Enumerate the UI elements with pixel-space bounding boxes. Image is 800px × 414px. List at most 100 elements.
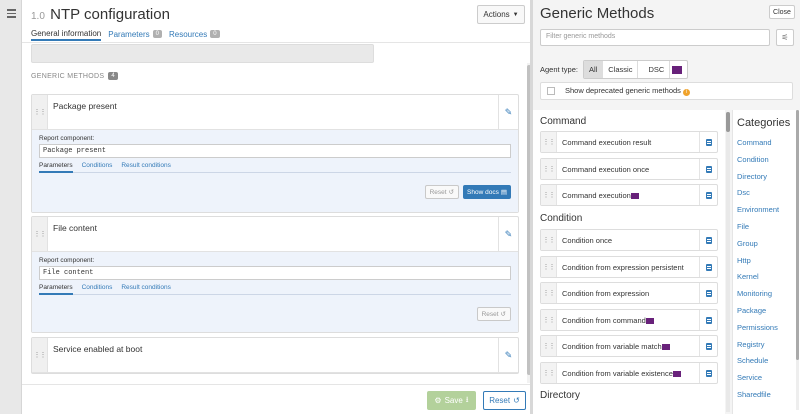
drag-handle-icon[interactable]: ⋮⋮	[32, 338, 48, 372]
tab-general-information[interactable]: General information	[31, 27, 102, 41]
report-component-input[interactable]: File content	[39, 266, 511, 280]
categories-scrollbar[interactable]	[796, 110, 799, 410]
method-header[interactable]: ⋮⋮ File content ✎	[32, 217, 518, 252]
scrollbar-thumb[interactable]	[726, 112, 730, 132]
category-link-file[interactable]: File	[737, 219, 800, 236]
doc-icon[interactable]	[699, 257, 717, 277]
actions-label: Actions	[483, 10, 510, 19]
method-header[interactable]: ⋮⋮ Service enabled at boot ✎	[32, 338, 518, 373]
subtab-parameters[interactable]: Parameters	[39, 284, 73, 295]
subtab-conditions[interactable]: Conditions	[82, 284, 113, 295]
doc-icon[interactable]	[699, 185, 717, 205]
agent-option-all[interactable]: All	[583, 61, 604, 79]
category-link-command[interactable]: Command	[737, 135, 800, 152]
category-link-directory[interactable]: Directory	[737, 169, 800, 186]
method-item[interactable]: ⋮⋮ Command execution result	[540, 131, 718, 153]
doc-icon[interactable]	[699, 336, 717, 356]
doc-icon[interactable]	[699, 159, 717, 179]
tab-resources[interactable]: Resources 0	[169, 27, 220, 41]
deprecated-checkbox[interactable]	[547, 87, 555, 95]
menu-icon[interactable]	[7, 9, 16, 20]
drag-handle-icon[interactable]: ⋮⋮	[32, 217, 48, 251]
section-title: GENERIC METHODS	[31, 72, 105, 80]
drag-handle-icon[interactable]: ⋮⋮	[32, 95, 48, 129]
doc-icon[interactable]	[699, 230, 717, 250]
subtab-result-conditions[interactable]: Result conditions	[121, 162, 171, 173]
agent-option-classic[interactable]: Classic	[603, 61, 639, 79]
agent-option-dsc[interactable]: DSC	[638, 61, 687, 78]
filter-input[interactable]: Filter generic methods	[540, 29, 770, 46]
method-item-text: Command execution	[562, 191, 631, 200]
close-button[interactable]: Close	[769, 5, 795, 19]
category-link-sharedfile[interactable]: Sharedfile	[737, 387, 800, 404]
doc-icon[interactable]	[699, 283, 717, 303]
method-item[interactable]: ⋮⋮ Command execution	[540, 184, 718, 206]
edit-icon[interactable]: ✎	[498, 338, 518, 372]
report-component-input[interactable]: Package present	[39, 144, 511, 158]
method-item-text: Condition from command	[562, 316, 646, 325]
category-link-registry[interactable]: Registry	[737, 337, 800, 354]
method-reset-button[interactable]: Reset ↺	[424, 185, 460, 199]
drag-handle-icon[interactable]: ⋮⋮	[541, 230, 557, 250]
category-link-package[interactable]: Package	[737, 303, 800, 320]
category-link-service[interactable]: Service	[737, 370, 800, 387]
deprecated-text: Show deprecated generic methods	[565, 86, 681, 95]
save-button[interactable]: ⚙ Save ⭳	[427, 391, 476, 410]
doc-icon[interactable]	[699, 132, 717, 152]
subtab-result-conditions[interactable]: Result conditions	[121, 284, 171, 295]
methods-scrollbar[interactable]	[726, 112, 730, 412]
method-count-badge: 4	[108, 72, 118, 80]
doc-icon[interactable]	[699, 363, 717, 383]
category-link-schedule[interactable]: Schedule	[737, 353, 800, 370]
method-item[interactable]: ⋮⋮ Condition once	[540, 229, 718, 251]
method-card[interactable]: ⋮⋮ Service enabled at boot ✎	[31, 337, 519, 374]
method-item[interactable]: ⋮⋮ Condition from variable existence	[540, 362, 718, 384]
dsc-icon	[672, 371, 681, 378]
method-card[interactable]: ⋮⋮ File content ✎ Report component: File…	[31, 216, 519, 333]
actions-button[interactable]: Actions ▼	[477, 5, 525, 24]
description-field[interactable]	[31, 44, 374, 63]
drag-handle-icon[interactable]: ⋮⋮	[541, 336, 557, 356]
category-link-group[interactable]: Group	[737, 236, 800, 253]
reset-button[interactable]: Reset ↺	[483, 391, 526, 410]
method-card[interactable]: ⋮⋮ Package present ✎ Report component: P…	[31, 94, 519, 213]
drag-handle-icon[interactable]: ⋮⋮	[541, 363, 557, 383]
agent-type-row: Agent type: All Classic DSC	[540, 60, 689, 80]
method-reset-button[interactable]: Reset ↺	[476, 307, 511, 321]
tab-parameters[interactable]: Parameters 0	[108, 27, 162, 41]
category-link-environment[interactable]: Environment	[737, 202, 800, 219]
filter-options-icon[interactable]: ⚟	[776, 29, 794, 46]
show-deprecated-toggle[interactable]: Show deprecated generic methods i	[540, 82, 793, 100]
drag-handle-icon[interactable]: ⋮⋮	[541, 185, 557, 205]
method-header[interactable]: ⋮⋮ Package present ✎	[32, 95, 518, 130]
doc-icon[interactable]	[699, 310, 717, 330]
generic-methods-panel: Generic Methods Close Filter generic met…	[533, 0, 800, 414]
tabs-divider	[22, 42, 530, 43]
drag-handle-icon[interactable]: ⋮⋮	[541, 257, 557, 277]
category-link-monitoring[interactable]: Monitoring	[737, 286, 800, 303]
left-nav-bar	[0, 0, 22, 414]
category-link-permissions[interactable]: Permissions	[737, 320, 800, 337]
drag-handle-icon[interactable]: ⋮⋮	[541, 283, 557, 303]
drag-handle-icon[interactable]: ⋮⋮	[541, 132, 557, 152]
edit-icon[interactable]: ✎	[498, 217, 518, 251]
category-link-condition[interactable]: Condition	[737, 152, 800, 169]
category-link-kernel[interactable]: Kernel	[737, 269, 800, 286]
method-item[interactable]: ⋮⋮ Condition from command	[540, 309, 718, 331]
method-item[interactable]: ⋮⋮ Command execution once	[540, 158, 718, 180]
method-item[interactable]: ⋮⋮ Condition from expression persistent	[540, 256, 718, 278]
method-item-name: Condition from command	[562, 316, 654, 325]
scrollbar-thumb[interactable]	[796, 110, 799, 360]
drag-handle-icon[interactable]: ⋮⋮	[541, 310, 557, 330]
category-link-dsc[interactable]: Dsc	[737, 185, 800, 202]
book-icon: ▤	[500, 189, 507, 196]
edit-icon[interactable]: ✎	[498, 95, 518, 129]
category-link-http[interactable]: Http	[737, 253, 800, 270]
show-docs-button[interactable]: Show docs ▤	[463, 185, 511, 199]
subtab-conditions[interactable]: Conditions	[82, 162, 113, 173]
method-item-name: Condition from expression persistent	[562, 263, 684, 272]
drag-handle-icon[interactable]: ⋮⋮	[541, 159, 557, 179]
subtab-parameters[interactable]: Parameters	[39, 162, 73, 173]
method-item[interactable]: ⋮⋮ Condition from expression	[540, 282, 718, 304]
method-item[interactable]: ⋮⋮ Condition from variable match	[540, 335, 718, 357]
